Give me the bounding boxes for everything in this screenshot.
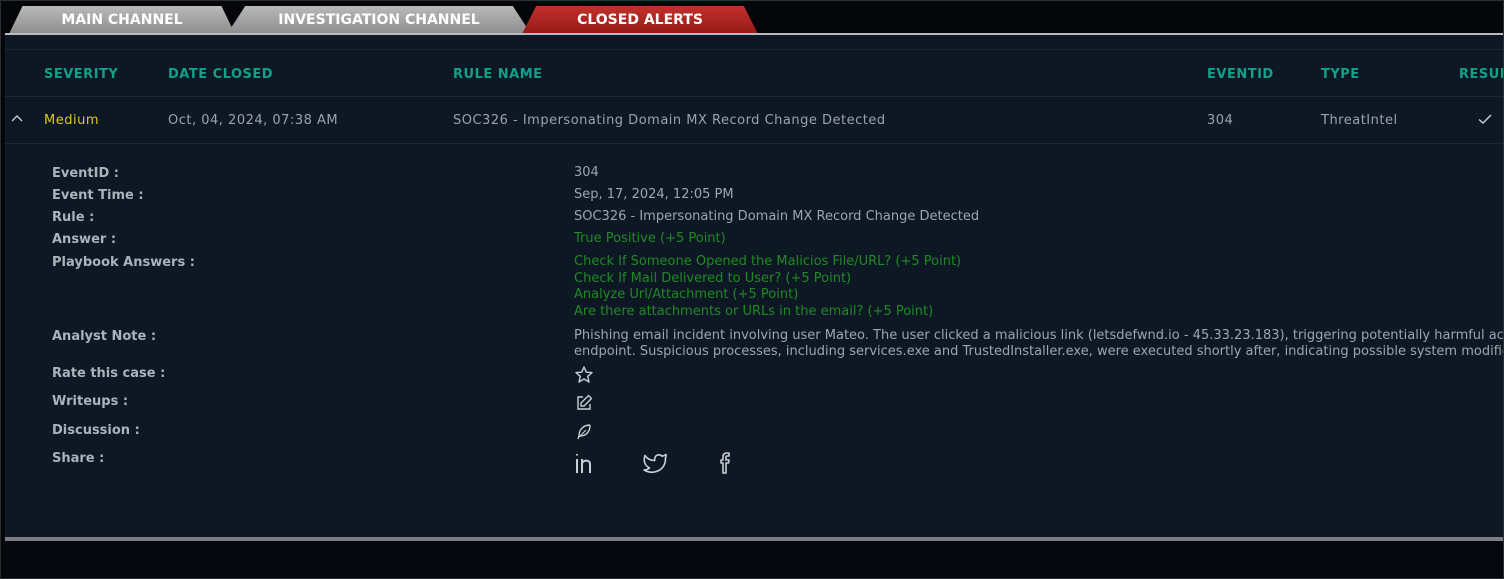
divider	[5, 49, 1503, 50]
detail-value-answer: True Positive (+5 Point)	[574, 231, 726, 246]
closed-alerts-panel: SEVERITY DATE CLOSED RULE NAME EVENTID T…	[5, 35, 1503, 537]
tab-investigation-channel[interactable]: INVESTIGATION CHANNEL	[227, 6, 531, 34]
divider	[5, 143, 1503, 144]
date-closed-cell: Oct, 04, 2024, 07:38 AM	[168, 113, 339, 128]
playbook-answer: Check If Mail Delivered to User? (+5 Poi…	[574, 270, 852, 286]
facebook-icon[interactable]	[713, 450, 739, 480]
detail-label-playbook: Playbook Answers :	[52, 255, 195, 270]
detail-label-analyst-note: Analyst Note :	[52, 329, 157, 344]
detail-label-rule: Rule :	[52, 210, 95, 225]
detail-label-event-time: Event Time :	[52, 188, 144, 203]
playbook-answer: Are there attachments or URLs in the ema…	[574, 303, 934, 319]
col-header-eventid[interactable]: EVENTID	[1207, 67, 1274, 82]
feather-icon[interactable]	[574, 422, 594, 446]
detail-label-answer: Answer :	[52, 232, 117, 247]
tab-main-channel[interactable]: MAIN CHANNEL	[9, 6, 235, 34]
type-cell: ThreatIntel	[1321, 113, 1398, 128]
detail-value-event-time: Sep, 17, 2024, 12:05 PM	[574, 187, 734, 202]
detail-label-rate: Rate this case :	[52, 366, 166, 381]
col-header-type[interactable]: TYPE	[1321, 67, 1360, 82]
rule-name-cell: SOC326 - Impersonating Domain MX Record …	[453, 113, 886, 128]
playbook-answer: Check If Someone Opened the Malicios Fil…	[574, 254, 962, 269]
severity-cell: Medium	[44, 113, 99, 128]
col-header-severity[interactable]: SEVERITY	[44, 67, 118, 82]
linkedin-icon[interactable]	[574, 450, 600, 480]
analyst-note-line: endpoint. Suspicious processes, includin…	[574, 343, 1503, 359]
analyst-note-line: Phishing email incident involving user M…	[574, 328, 1503, 343]
detail-value-eventid: 304	[574, 165, 599, 180]
tab-closed-alerts[interactable]: CLOSED ALERTS	[522, 6, 758, 34]
edit-icon[interactable]	[574, 393, 594, 417]
col-header-date-closed[interactable]: DATE CLOSED	[168, 67, 273, 82]
channel-tabs: MAIN CHANNEL INVESTIGATION CHANNEL CLOSE…	[1, 6, 1504, 34]
chevron-up-icon[interactable]	[9, 111, 25, 127]
detail-value-rule: SOC326 - Impersonating Domain MX Record …	[574, 209, 980, 224]
detail-label-discussion: Discussion :	[52, 423, 140, 438]
app-frame: MAIN CHANNEL INVESTIGATION CHANNEL CLOSE…	[0, 0, 1504, 579]
footer-area	[5, 541, 1503, 578]
star-icon[interactable]	[574, 365, 594, 389]
col-header-rule-name[interactable]: RULE NAME	[453, 67, 543, 82]
col-header-result[interactable]: RESULT	[1459, 67, 1503, 82]
detail-label-share: Share :	[52, 451, 105, 466]
playbook-answer: Analyze Url/Attachment (+5 Point)	[574, 287, 799, 302]
detail-label-writeups: Writeups :	[52, 394, 129, 409]
eventid-cell: 304	[1207, 113, 1234, 128]
twitter-icon[interactable]	[642, 450, 668, 480]
check-icon	[1477, 111, 1493, 127]
divider	[5, 96, 1503, 97]
detail-label-eventid: EventID :	[52, 166, 119, 181]
